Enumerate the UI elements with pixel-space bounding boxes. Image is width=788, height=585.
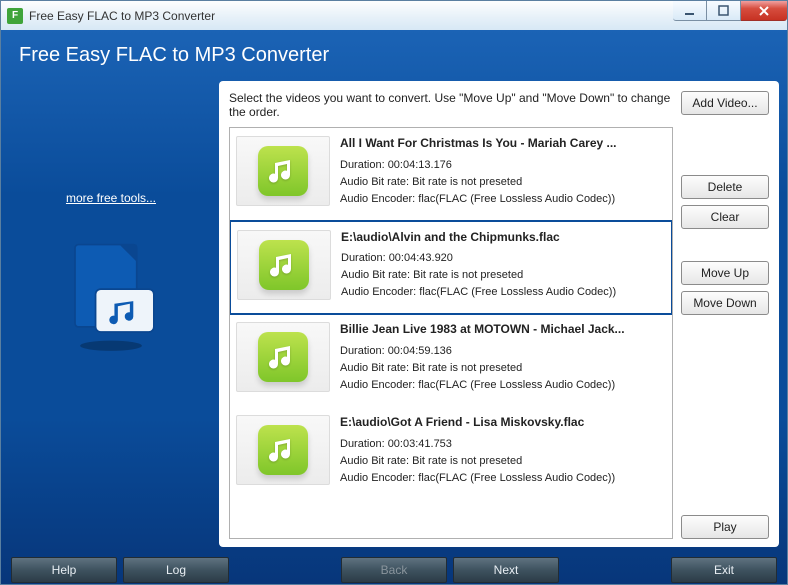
window-controls: [673, 1, 787, 21]
file-encoder: Audio Encoder: flac(FLAC (Free Lossless …: [341, 284, 663, 301]
spacer: [681, 235, 769, 255]
file-item[interactable]: E:\audio\Got A Friend - Lisa Miskovsky.f…: [230, 407, 672, 500]
file-item[interactable]: Billie Jean Live 1983 at MOTOWN - Michae…: [230, 314, 672, 407]
file-thumbnail: [236, 136, 330, 206]
move-down-button[interactable]: Move Down: [681, 291, 769, 315]
file-list[interactable]: All I Want For Christmas Is You - Mariah…: [229, 127, 673, 539]
file-name: All I Want For Christmas Is You - Mariah…: [340, 134, 664, 153]
document-music-icon: [51, 226, 171, 366]
app-icon: F: [7, 8, 23, 24]
close-button[interactable]: [741, 1, 787, 21]
file-bitrate: Audio Bit rate: Bit rate is not preseted: [341, 267, 663, 284]
file-name: Billie Jean Live 1983 at MOTOWN - Michae…: [340, 320, 664, 339]
file-thumbnail: [237, 230, 331, 300]
file-thumbnail: [236, 415, 330, 485]
sidebar-illustration: [51, 231, 171, 361]
minimize-icon: [684, 5, 695, 16]
maximize-button[interactable]: [707, 1, 741, 21]
file-encoder: Audio Encoder: flac(FLAC (Free Lossless …: [340, 191, 664, 208]
window-body: Free Easy FLAC to MP3 Converter more fre…: [0, 30, 788, 585]
music-note-icon: [259, 240, 309, 290]
file-encoder: Audio Encoder: flac(FLAC (Free Lossless …: [340, 470, 664, 487]
main-panel: Select the videos you want to convert. U…: [219, 81, 779, 547]
back-button[interactable]: Back: [341, 557, 447, 583]
list-column: Select the videos you want to convert. U…: [229, 91, 673, 539]
header: Free Easy FLAC to MP3 Converter: [5, 34, 783, 81]
close-icon: [758, 5, 770, 17]
help-button[interactable]: Help: [11, 557, 117, 583]
content-row: more free tools... Select the videos you…: [5, 81, 783, 547]
file-item[interactable]: All I Want For Christmas Is You - Mariah…: [230, 128, 672, 221]
file-bitrate: Audio Bit rate: Bit rate is not preseted: [340, 360, 664, 377]
file-name: E:\audio\Alvin and the Chipmunks.flac: [341, 228, 663, 247]
file-thumbnail: [236, 322, 330, 392]
next-button[interactable]: Next: [453, 557, 559, 583]
file-bitrate: Audio Bit rate: Bit rate is not preseted: [340, 174, 664, 191]
spacer: [681, 121, 769, 169]
play-button[interactable]: Play: [681, 515, 769, 539]
file-meta: E:\audio\Alvin and the Chipmunks.flac Dur…: [341, 228, 663, 302]
maximize-icon: [718, 5, 729, 16]
clear-button[interactable]: Clear: [681, 205, 769, 229]
file-duration: Duration: 00:03:41.753: [340, 436, 664, 453]
file-duration: Duration: 00:04:59.136: [340, 343, 664, 360]
more-tools-link[interactable]: more free tools...: [66, 191, 156, 205]
add-video-button[interactable]: Add Video...: [681, 91, 769, 115]
file-name: E:\audio\Got A Friend - Lisa Miskovsky.f…: [340, 413, 664, 432]
titlebar: F Free Easy FLAC to MP3 Converter: [0, 0, 788, 30]
move-up-button[interactable]: Move Up: [681, 261, 769, 285]
file-duration: Duration: 00:04:43.920: [341, 250, 663, 267]
log-button[interactable]: Log: [123, 557, 229, 583]
music-note-icon: [258, 425, 308, 475]
spacer: [681, 321, 769, 509]
file-meta: Billie Jean Live 1983 at MOTOWN - Michae…: [340, 320, 664, 394]
file-encoder: Audio Encoder: flac(FLAC (Free Lossless …: [340, 377, 664, 394]
footer: Help Log Back Next Exit: [5, 547, 783, 585]
file-item[interactable]: E:\audio\Alvin and the Chipmunks.flac Dur…: [229, 220, 673, 316]
minimize-button[interactable]: [673, 1, 707, 21]
file-duration: Duration: 00:04:13.176: [340, 157, 664, 174]
music-note-icon: [258, 146, 308, 196]
music-note-icon: [258, 332, 308, 382]
page-title: Free Easy FLAC to MP3 Converter: [19, 44, 769, 67]
instruction-text: Select the videos you want to convert. U…: [229, 91, 673, 119]
file-meta: E:\audio\Got A Friend - Lisa Miskovsky.f…: [340, 413, 664, 487]
window-title: Free Easy FLAC to MP3 Converter: [29, 9, 215, 23]
exit-button[interactable]: Exit: [671, 557, 777, 583]
file-bitrate: Audio Bit rate: Bit rate is not preseted: [340, 453, 664, 470]
delete-button[interactable]: Delete: [681, 175, 769, 199]
file-meta: All I Want For Christmas Is You - Mariah…: [340, 134, 664, 208]
sidebar: more free tools...: [9, 81, 213, 547]
button-column: Add Video... Delete Clear Move Up Move D…: [681, 91, 769, 539]
